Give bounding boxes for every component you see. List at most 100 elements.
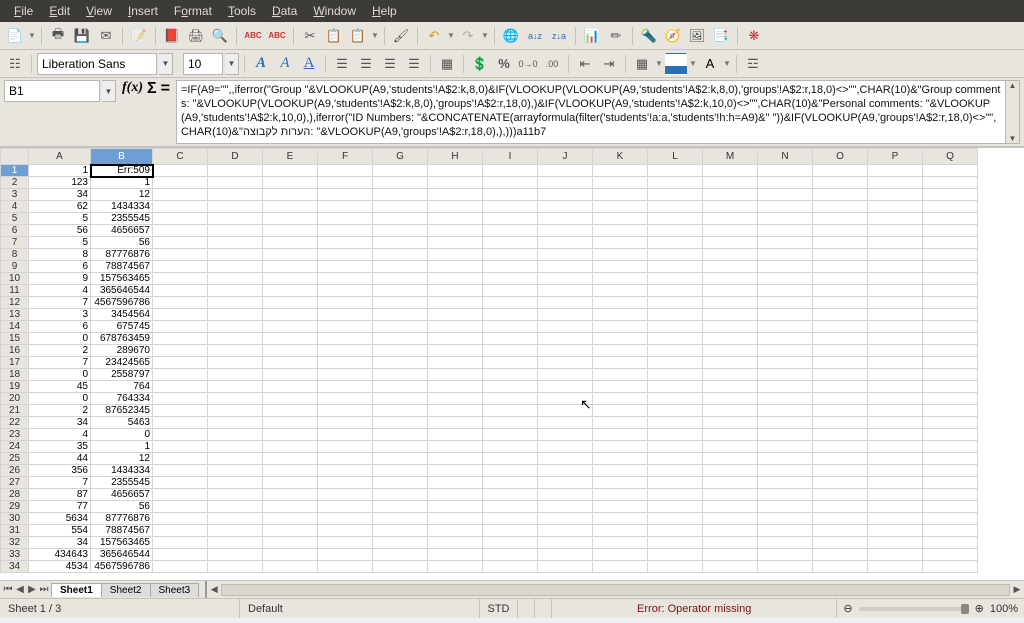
cell-K20[interactable] <box>593 393 648 405</box>
hyperlink-icon[interactable]: 🌐 <box>500 25 522 47</box>
cell-A31[interactable]: 554 <box>29 525 91 537</box>
cell-P2[interactable] <box>868 177 923 189</box>
cell-G29[interactable] <box>373 501 428 513</box>
cell-P15[interactable] <box>868 333 923 345</box>
cell-M21[interactable] <box>703 405 758 417</box>
row-header-14[interactable]: 14 <box>1 321 29 333</box>
cell-D26[interactable] <box>208 465 263 477</box>
cell-J1[interactable] <box>538 165 593 177</box>
cell-E5[interactable] <box>263 213 318 225</box>
cell-O3[interactable] <box>813 189 868 201</box>
cell-N14[interactable] <box>758 321 813 333</box>
cell-B14[interactable]: 675745 <box>91 321 153 333</box>
cell-F25[interactable] <box>318 453 373 465</box>
cell-G34[interactable] <box>373 561 428 573</box>
row-header-10[interactable]: 10 <box>1 273 29 285</box>
cell-F9[interactable] <box>318 261 373 273</box>
cell-B33[interactable]: 365646544 <box>91 549 153 561</box>
cell-G15[interactable] <box>373 333 428 345</box>
cell-J5[interactable] <box>538 213 593 225</box>
col-header-G[interactable]: G <box>373 149 428 165</box>
cell-H5[interactable] <box>428 213 483 225</box>
cell-I29[interactable] <box>483 501 538 513</box>
cell-M8[interactable] <box>703 249 758 261</box>
row-header-21[interactable]: 21 <box>1 405 29 417</box>
cell-J30[interactable] <box>538 513 593 525</box>
menu-insert[interactable]: Insert <box>120 4 166 18</box>
cell-F7[interactable] <box>318 237 373 249</box>
cell-J13[interactable] <box>538 309 593 321</box>
cell-L15[interactable] <box>648 333 703 345</box>
row-header-24[interactable]: 24 <box>1 441 29 453</box>
cell-I34[interactable] <box>483 561 538 573</box>
cell-Q4[interactable] <box>923 201 978 213</box>
zoom-out-icon[interactable]: ⊖ <box>843 602 852 615</box>
cell-J19[interactable] <box>538 381 593 393</box>
cell-B18[interactable]: 2558797 <box>91 369 153 381</box>
cell-P33[interactable] <box>868 549 923 561</box>
cell-G10[interactable] <box>373 273 428 285</box>
cell-K31[interactable] <box>593 525 648 537</box>
cell-O12[interactable] <box>813 297 868 309</box>
cell-A7[interactable]: 5 <box>29 237 91 249</box>
cell-M19[interactable] <box>703 381 758 393</box>
cell-J24[interactable] <box>538 441 593 453</box>
cell-L12[interactable] <box>648 297 703 309</box>
fontcolor-icon[interactable]: A <box>699 53 721 75</box>
col-header-O[interactable]: O <box>813 149 868 165</box>
cell-O22[interactable] <box>813 417 868 429</box>
cell-G7[interactable] <box>373 237 428 249</box>
cell-L14[interactable] <box>648 321 703 333</box>
cell-N9[interactable] <box>758 261 813 273</box>
cell-J31[interactable] <box>538 525 593 537</box>
cell-H4[interactable] <box>428 201 483 213</box>
cell-A20[interactable]: 0 <box>29 393 91 405</box>
cell-G32[interactable] <box>373 537 428 549</box>
cell-O6[interactable] <box>813 225 868 237</box>
cell-M10[interactable] <box>703 273 758 285</box>
cell-N11[interactable] <box>758 285 813 297</box>
cell-Q5[interactable] <box>923 213 978 225</box>
cell-P8[interactable] <box>868 249 923 261</box>
cell-C21[interactable] <box>153 405 208 417</box>
cell-J22[interactable] <box>538 417 593 429</box>
cell-P30[interactable] <box>868 513 923 525</box>
cell-A2[interactable]: 123 <box>29 177 91 189</box>
cell-Q10[interactable] <box>923 273 978 285</box>
cell-H29[interactable] <box>428 501 483 513</box>
cell-O2[interactable] <box>813 177 868 189</box>
cell-F13[interactable] <box>318 309 373 321</box>
cell-F5[interactable] <box>318 213 373 225</box>
cell-N6[interactable] <box>758 225 813 237</box>
cell-F18[interactable] <box>318 369 373 381</box>
cell-E20[interactable] <box>263 393 318 405</box>
cell-C29[interactable] <box>153 501 208 513</box>
cell-I1[interactable] <box>483 165 538 177</box>
cell-P32[interactable] <box>868 537 923 549</box>
cell-B27[interactable]: 2355545 <box>91 477 153 489</box>
cell-M29[interactable] <box>703 501 758 513</box>
cell-B22[interactable]: 5463 <box>91 417 153 429</box>
cell-C27[interactable] <box>153 477 208 489</box>
cell-E1[interactable] <box>263 165 318 177</box>
cell-N33[interactable] <box>758 549 813 561</box>
cell-O14[interactable] <box>813 321 868 333</box>
cell-H15[interactable] <box>428 333 483 345</box>
cell-Q18[interactable] <box>923 369 978 381</box>
cell-C34[interactable] <box>153 561 208 573</box>
cell-O10[interactable] <box>813 273 868 285</box>
navigator-icon[interactable]: 🧭 <box>662 25 684 47</box>
col-header-C[interactable]: C <box>153 149 208 165</box>
row-header-29[interactable]: 29 <box>1 501 29 513</box>
cell-M34[interactable] <box>703 561 758 573</box>
cell-K14[interactable] <box>593 321 648 333</box>
cell-N30[interactable] <box>758 513 813 525</box>
cell-M28[interactable] <box>703 489 758 501</box>
cell-B17[interactable]: 23424565 <box>91 357 153 369</box>
cell-L5[interactable] <box>648 213 703 225</box>
cell-I23[interactable] <box>483 429 538 441</box>
cell-B3[interactable]: 12 <box>91 189 153 201</box>
cell-P31[interactable] <box>868 525 923 537</box>
cell-J7[interactable] <box>538 237 593 249</box>
row-header-25[interactable]: 25 <box>1 453 29 465</box>
